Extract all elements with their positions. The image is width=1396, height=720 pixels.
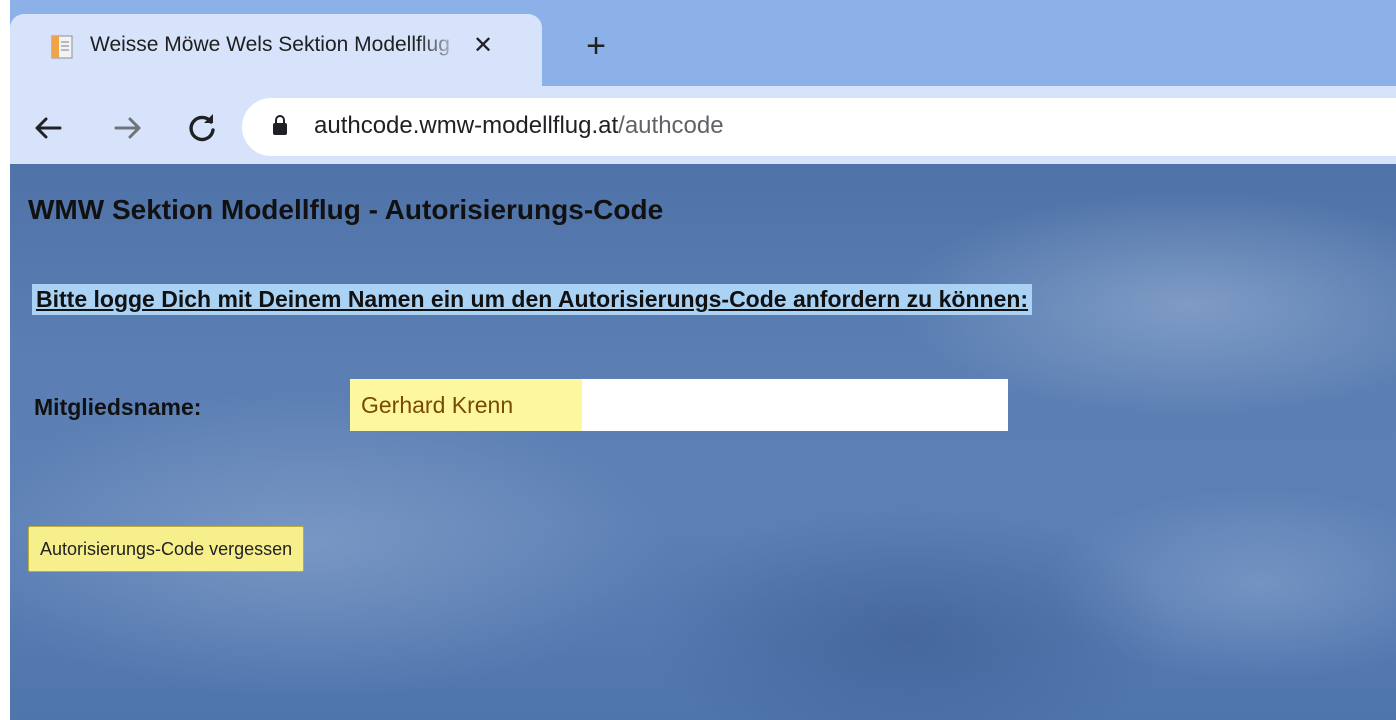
page-title: WMW Sektion Modellflug - Autorisierungs-… <box>28 194 664 225</box>
forgot-code-button[interactable]: Autorisierungs-Code vergessen <box>28 526 305 572</box>
lock-icon[interactable] <box>272 114 288 136</box>
tab-title[interactable]: Weisse Möwe Wels Sektion Modellflug <box>90 33 462 57</box>
page-content: WMW Sektion Modellflug - Autorisierungs-… <box>10 164 1396 720</box>
member-name-label: Mitgliedsname: <box>34 394 202 420</box>
reload-icon[interactable] <box>182 108 222 148</box>
document-icon <box>51 35 73 59</box>
url-host: authcode.wmw-modellflug.at <box>314 112 619 139</box>
url-text[interactable]: authcode.wmw-modellflug.at/authcode <box>314 112 724 140</box>
close-icon[interactable]: ✕ <box>467 30 499 62</box>
browser-window: Weisse Möwe Wels Sektion Modellflug ✕ + … <box>0 0 1396 720</box>
new-tab-button[interactable]: + <box>576 26 616 66</box>
forward-arrow-icon[interactable] <box>108 108 148 148</box>
member-name-input[interactable] <box>350 379 1008 431</box>
instruction-text: Bitte logge Dich mit Deinem Namen ein um… <box>32 284 1033 315</box>
back-arrow-icon[interactable] <box>28 108 68 148</box>
url-path: /authcode <box>618 112 724 139</box>
